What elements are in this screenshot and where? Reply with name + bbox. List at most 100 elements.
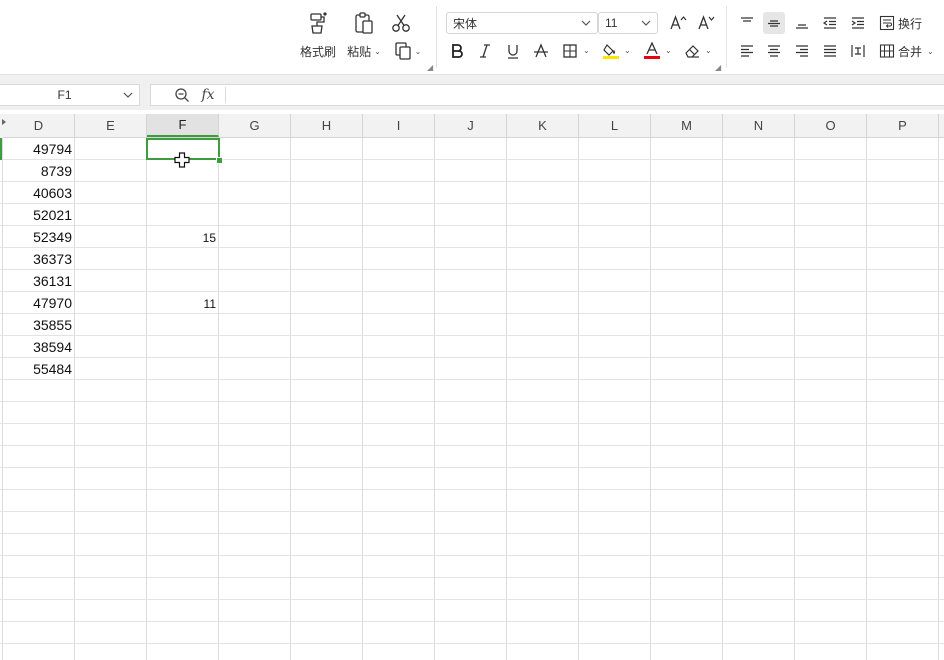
decrease-font-button[interactable] [695,12,717,34]
cell-d6[interactable]: 36373 [3,248,75,270]
column-header-i[interactable]: I [363,114,435,137]
cell-f5[interactable]: 15 [147,227,219,249]
distributed-button[interactable] [847,40,869,62]
cell-d10[interactable]: 38594 [3,336,75,358]
column-header-k[interactable]: K [507,114,579,137]
strikethrough-button[interactable] [530,40,552,62]
column-header-e[interactable]: E [75,114,147,137]
grid-line [0,291,944,292]
group-divider [436,6,437,68]
format-painter-button[interactable]: 格式刷 [296,8,340,70]
align-center-icon [768,45,780,57]
column-header-j[interactable]: J [435,114,507,137]
column-header-n[interactable]: N [723,114,795,137]
align-top-icon [741,17,753,22]
underline-button[interactable] [502,40,524,62]
paste-button[interactable]: 粘贴 ⌄ [342,8,386,70]
align-bottom-button[interactable] [791,12,813,34]
format-painter-icon [303,8,333,38]
copy-button[interactable]: ⌄ [390,40,424,62]
chevron-down-icon[interactable]: ⌄ [705,46,712,55]
grid-line [0,269,944,270]
justify-button[interactable] [819,40,841,62]
chevron-down-icon[interactable]: ⌄ [374,47,381,56]
cell-d11[interactable]: 55484 [3,358,75,380]
merge-cells-icon [879,44,895,58]
borders-icon [563,44,577,58]
column-header-d[interactable]: D [3,114,75,137]
cell-d7[interactable]: 36131 [3,270,75,292]
name-box[interactable]: F1 [0,84,140,106]
fill-handle[interactable] [216,157,223,164]
ribbon-toolbar: 格式刷 粘贴 ⌄ ⌄ ◢ 宋体 11 ⌄ ⌄ ⌄ ⌄ ◢ 换行 合并 ⌄ [0,0,944,74]
grid-line [0,467,944,468]
align-center-button[interactable] [763,40,785,62]
bold-icon [452,44,463,58]
cell-d8[interactable]: 47970 [3,292,75,314]
chevron-down-icon[interactable]: ⌄ [624,46,631,55]
column-headers: DEFGHIJKLMNOP [0,114,944,138]
chevron-down-icon[interactable]: ⌄ [665,46,672,55]
clipboard-launcher-icon[interactable]: ◢ [427,64,435,72]
wrap-text-button[interactable]: 换行 [879,12,922,34]
copy-icon [394,42,411,60]
grid-line [0,489,944,490]
font-color-icon [644,42,660,59]
column-header-h[interactable]: H [291,114,363,137]
cell-d2[interactable]: 8739 [3,160,75,182]
align-right-button[interactable] [791,40,813,62]
column-header-p[interactable]: P [867,114,939,137]
grid-line [146,138,147,660]
column-header-l[interactable]: L [579,114,651,137]
grid-line [0,357,944,358]
column-header-m[interactable]: M [651,114,723,137]
italic-button[interactable] [474,40,496,62]
font-size-select[interactable]: 11 [598,12,658,34]
fill-color-button[interactable] [600,40,622,62]
cell-d4[interactable]: 52021 [3,204,75,226]
cell-area[interactable]: 49794 8739 40603 52021 52349 36373 36131 47970 3… [0,138,944,660]
formula-input[interactable] [226,85,944,105]
cut-button[interactable] [388,10,414,36]
font-launcher-icon[interactable]: ◢ [715,64,723,72]
align-left-icon [741,45,753,57]
column-header-o[interactable]: O [795,114,867,137]
chevron-down-icon[interactable]: ⌄ [415,47,422,56]
font-color-button[interactable] [641,40,663,62]
font-name-select[interactable]: 宋体 [446,12,598,34]
chevron-down-icon[interactable]: ⌄ [583,46,590,55]
chevron-down-icon[interactable] [117,90,139,100]
formula-area: fx [150,84,944,106]
grid-line [0,203,944,204]
wrap-text-icon [879,15,895,31]
align-top-button[interactable] [736,12,758,34]
font-increase-icon [670,15,687,30]
grid-line [0,599,944,600]
align-middle-button[interactable] [763,12,785,34]
column-header-g[interactable]: G [219,114,291,137]
decrease-indent-button[interactable] [819,12,841,34]
column-header-f[interactable]: F [147,114,219,137]
increase-font-button[interactable] [667,12,689,34]
chevron-down-icon[interactable]: ⌄ [927,47,934,56]
grid-line [506,138,507,660]
grid-line [0,313,944,314]
align-right-icon [796,45,808,57]
merge-cells-button[interactable]: 合并 ⌄ [879,40,934,62]
fx-icon[interactable]: fx [195,85,221,105]
zoom-icon[interactable] [169,85,195,105]
grid-line [866,138,867,660]
increase-indent-button[interactable] [847,12,869,34]
grid-line [0,181,944,182]
clear-format-button[interactable] [681,40,703,62]
cross-cursor-icon [174,152,190,168]
align-left-button[interactable] [736,40,758,62]
bold-button[interactable] [446,40,468,62]
cell-f8[interactable]: 11 [147,293,219,315]
cell-d9[interactable]: 35855 [3,314,75,336]
cell-d3[interactable]: 40603 [3,182,75,204]
cell-d1[interactable]: 49794 [3,138,75,160]
borders-button[interactable] [559,40,581,62]
cell-d5[interactable]: 52349 [3,226,75,248]
grid-line [722,138,723,660]
